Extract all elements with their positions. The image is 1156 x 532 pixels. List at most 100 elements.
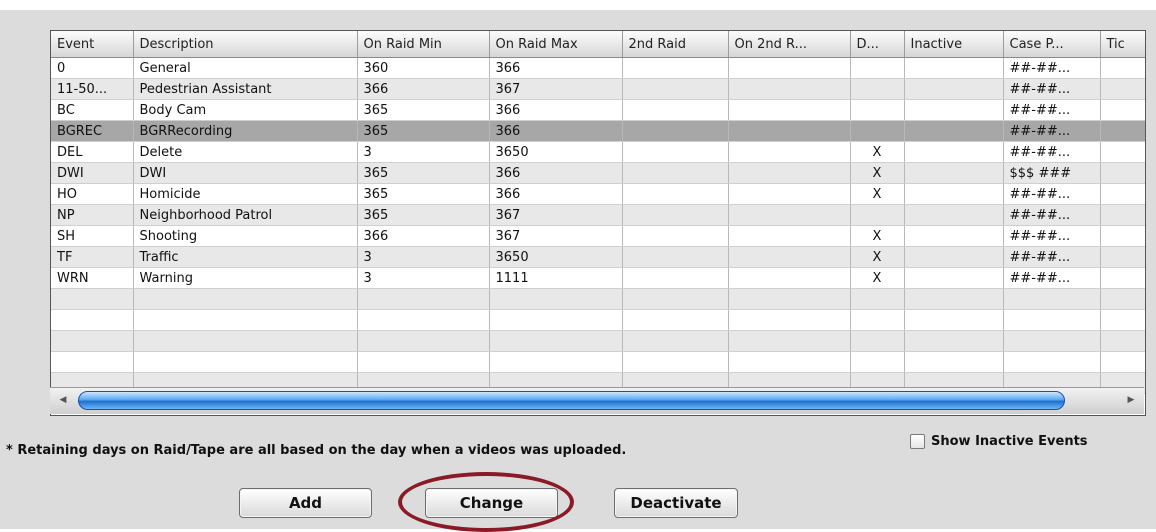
horizontal-scrollbar[interactable]: ◀ ▶: [50, 387, 1144, 414]
table-cell: [622, 78, 729, 100]
empty-table-row[interactable]: [51, 351, 1145, 373]
table-cell: [622, 246, 729, 268]
table-cell: ##-##...: [1003, 57, 1101, 79]
table-row[interactable]: 0 General 360 366 ##-##...: [51, 57, 1145, 79]
deactivate-button[interactable]: Deactivate: [614, 488, 738, 518]
empty-table-row[interactable]: [51, 288, 1145, 310]
table-cell: [850, 57, 905, 79]
table-cell: 1111: [489, 267, 623, 289]
table-cell: 3: [357, 267, 490, 289]
table-cell: [728, 183, 851, 205]
table-row[interactable]: TF Traffic 3 3650 X ##-##...: [51, 246, 1145, 268]
scroll-right-arrow-icon[interactable]: ▶: [1122, 391, 1140, 409]
table-cell: [850, 78, 905, 100]
table-cell: ##-##...: [1003, 267, 1101, 289]
retention-note: * Retaining days on Raid/Tape are all ba…: [6, 443, 627, 458]
table-cell: 366: [489, 120, 623, 142]
col-header-on-raid-min[interactable]: On Raid Min: [357, 31, 490, 58]
table-cell: [728, 288, 851, 310]
table-cell: WRN: [51, 267, 134, 289]
table-cell: 366: [489, 183, 623, 205]
table-cell: 367: [489, 78, 623, 100]
scroll-left-arrow-icon[interactable]: ◀: [54, 391, 72, 409]
table-cell: [489, 330, 623, 352]
table-row[interactable]: DEL Delete 3 3650 X ##-##...: [51, 141, 1145, 163]
table-cell: 365: [357, 183, 490, 205]
table-cell: [622, 309, 729, 331]
table-cell: 3: [357, 141, 490, 163]
table-cell: ##-##...: [1003, 204, 1101, 226]
table-cell: [622, 141, 729, 163]
table-row[interactable]: HO Homicide 365 366 X ##-##...: [51, 183, 1145, 205]
scrollbar-thumb[interactable]: [78, 391, 1065, 410]
table-cell: 3: [357, 246, 490, 268]
col-header-2nd-raid[interactable]: 2nd Raid: [622, 31, 729, 58]
table-cell: ##-##...: [1003, 183, 1101, 205]
table-cell: 0: [51, 57, 134, 79]
table-cell: [904, 57, 1004, 79]
table-cell: ##-##...: [1003, 120, 1101, 142]
table-cell: DEL: [51, 141, 134, 163]
table-cell: Delete: [133, 141, 358, 163]
col-header-d[interactable]: D...: [850, 31, 905, 58]
table-cell: [133, 351, 358, 373]
table-row[interactable]: WRN Warning 3 1111 X ##-##...: [51, 267, 1145, 289]
table-cell: [1100, 267, 1145, 289]
col-header-event[interactable]: Event: [51, 31, 134, 58]
table-cell: [1100, 99, 1145, 121]
table-cell: [1100, 120, 1145, 142]
table-cell: [850, 204, 905, 226]
table-cell: [904, 99, 1004, 121]
highlight-annotation: [398, 472, 574, 532]
table-cell: [489, 309, 623, 331]
table-cell: [1100, 57, 1145, 79]
grid-header-row: Event Description On Raid Min On Raid Ma…: [51, 31, 1145, 58]
table-cell: ##-##...: [1003, 78, 1101, 100]
empty-table-row[interactable]: [51, 330, 1145, 352]
table-cell: [622, 351, 729, 373]
table-cell: Traffic: [133, 246, 358, 268]
table-cell: [850, 120, 905, 142]
table-cell: [904, 246, 1004, 268]
col-header-inactive[interactable]: Inactive: [904, 31, 1004, 58]
col-header-description[interactable]: Description: [133, 31, 358, 58]
table-cell: [728, 162, 851, 184]
table-cell: 366: [489, 99, 623, 121]
table-cell: X: [850, 225, 905, 247]
table-cell: 3650: [489, 141, 623, 163]
table-cell: TF: [51, 246, 134, 268]
show-inactive-events-toggle[interactable]: Show Inactive Events: [910, 434, 1088, 449]
table-row[interactable]: NP Neighborhood Patrol 365 367 ##-##...: [51, 204, 1145, 226]
table-cell: [622, 183, 729, 205]
table-cell: [728, 120, 851, 142]
table-cell: [357, 309, 490, 331]
table-row[interactable]: DWI DWI 365 366 X $$$ ###: [51, 162, 1145, 184]
table-cell: [51, 309, 134, 331]
add-button[interactable]: Add: [239, 488, 372, 518]
table-row[interactable]: BGREC BGRRecording 365 366 ##-##...: [51, 120, 1145, 142]
col-header-on-2nd-raid[interactable]: On 2nd R...: [728, 31, 851, 58]
table-cell: [622, 330, 729, 352]
table-row[interactable]: 11-50... Pedestrian Assistant 366 367 ##-##.…: [51, 78, 1145, 100]
table-cell: [904, 204, 1004, 226]
table-cell: [133, 330, 358, 352]
table-row[interactable]: BC Body Cam 365 366 ##-##...: [51, 99, 1145, 121]
empty-table-row[interactable]: [51, 309, 1145, 331]
table-cell: NP: [51, 204, 134, 226]
table-cell: [904, 330, 1004, 352]
col-header-case-prefix[interactable]: Case P...: [1003, 31, 1101, 58]
show-inactive-checkbox[interactable]: [910, 434, 925, 449]
table-cell: DWI: [51, 162, 134, 184]
table-cell: [1100, 204, 1145, 226]
table-cell: [622, 120, 729, 142]
table-cell: [850, 288, 905, 310]
events-grid: Event Description On Raid Min On Raid Ma…: [50, 30, 1146, 416]
col-header-on-raid-max[interactable]: On Raid Max: [489, 31, 623, 58]
table-cell: ##-##...: [1003, 141, 1101, 163]
table-cell: [904, 78, 1004, 100]
table-cell: 367: [489, 204, 623, 226]
table-row[interactable]: SH Shooting 366 367 X ##-##...: [51, 225, 1145, 247]
col-header-tic[interactable]: Tic: [1100, 31, 1145, 58]
table-cell: BGREC: [51, 120, 134, 142]
table-cell: [357, 351, 490, 373]
